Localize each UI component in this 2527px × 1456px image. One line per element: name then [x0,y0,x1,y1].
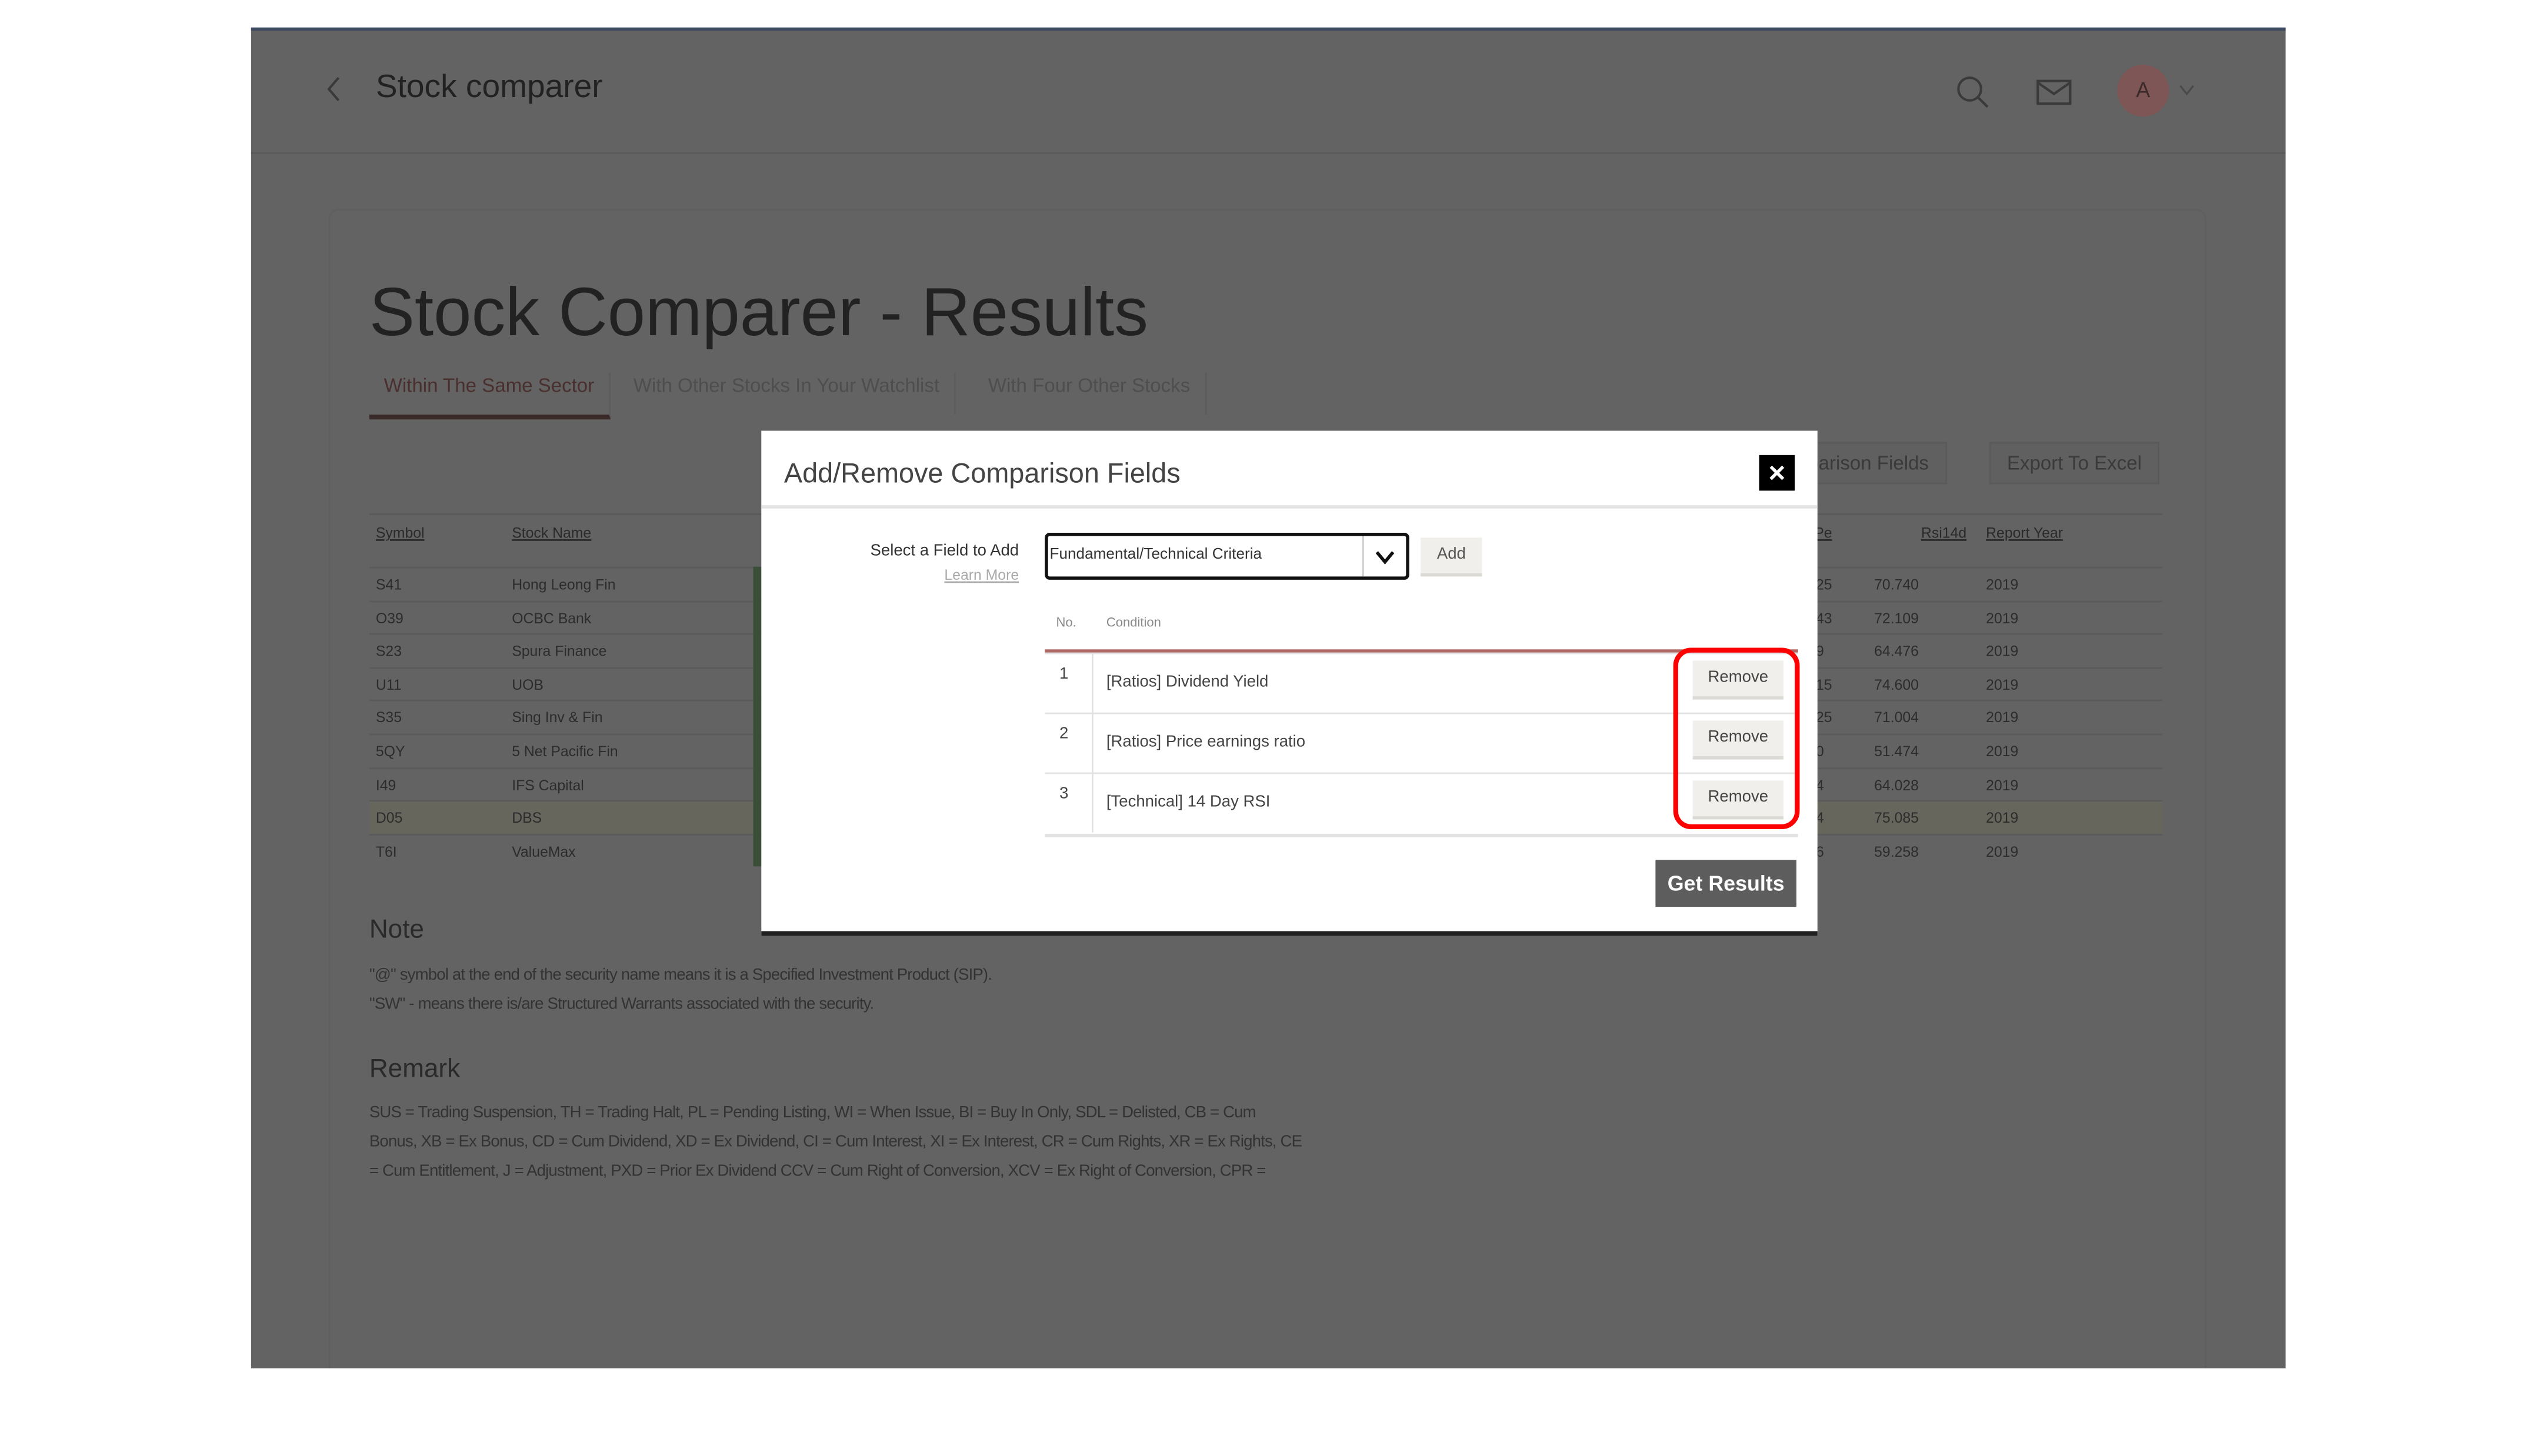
tab-within-same-sector[interactable]: Within The Same Sector [369,372,611,420]
note-line: "SW" - means there is/are Structured War… [369,996,874,1014]
get-results-button[interactable]: Get Results [1655,860,1796,907]
cell-year: 2019 [1986,643,2019,660]
remark-line: = Cum Entitlement, J = Adjustment, PXD =… [369,1163,1266,1181]
note-title: Note [369,916,424,944]
tab-four-other-stocks[interactable]: With Four Other Stocks [974,372,1206,415]
cell-name: ValueMax [512,843,576,860]
tab-watchlist[interactable]: With Other Stocks In Your Watchlist [619,372,956,415]
cell-year: 2019 [1986,710,2019,726]
cell-symbol: T6I [375,843,397,860]
cell-pe: 25 [1816,576,1832,593]
cell-pe: 25 [1816,710,1832,726]
col-no: No. [1056,615,1076,630]
export-to-excel-button[interactable]: Export To Excel [1989,442,2160,485]
indicator-bar [753,566,762,867]
highlight-annotation [1673,647,1800,829]
field-label: Select a Field to Add [870,542,1019,560]
learn-more-link[interactable]: Learn More [944,567,1019,583]
cell-symbol: 5QY [375,743,405,760]
chevron-down-icon [1375,551,1395,565]
close-icon[interactable]: × [1759,455,1795,491]
top-bar: Stock comparer A [251,31,2286,154]
cell-year: 2019 [1986,576,2019,593]
note-line: "@" symbol at the end of the security na… [369,967,992,985]
field-select-value: Fundamental/Technical Criteria [1049,546,1262,564]
cell-rsi: 51.474 [1874,743,1919,760]
cell-symbol: S23 [375,643,402,660]
cell-symbol: I49 [375,776,396,793]
dialog-title: Add/Remove Comparison Fields [784,458,1181,489]
cell-rsi: 70.740 [1874,576,1919,593]
cell-symbol: U11 [375,676,402,693]
cell-name: IFS Capital [512,776,584,793]
remark-line: Bonus, XB = Ex Bonus, CD = Cum Dividend,… [369,1133,1302,1151]
col-report-year[interactable]: Report Year [1986,525,2063,541]
cell-symbol: S35 [375,710,402,726]
comparison-fields-dialog: Add/Remove Comparison Fields × Select a … [761,430,1818,936]
cell-rsi: 74.600 [1874,676,1919,693]
col-condition: Condition [1106,615,1161,630]
add-button[interactable]: Add [1421,537,1482,577]
cell-year: 2019 [1986,610,2019,626]
cell-pe: 15 [1816,676,1832,693]
page-title: Stock Comparer - Results [369,273,1148,350]
cell-name: OCBC Bank [512,610,592,626]
chevron-down-icon[interactable] [2179,84,2195,97]
remark-title: Remark [369,1056,461,1084]
cell-year: 2019 [1986,843,2019,860]
field-select[interactable]: Fundamental/Technical Criteria [1045,533,1409,580]
condition-no: 2 [1059,725,1069,743]
cell-rsi: 71.004 [1874,710,1919,726]
col-stock-name[interactable]: Stock Name [512,525,591,541]
cell-symbol: D05 [375,810,403,826]
condition-label: [Technical] 14 Day RSI [1106,793,1271,812]
cell-name: 5 Net Pacific Fin [512,743,618,760]
app-title: Stock comparer [375,69,603,105]
condition-label: [Ratios] Price earnings ratio [1106,733,1306,752]
cell-year: 2019 [1986,810,2019,826]
condition-no: 3 [1059,785,1069,803]
cell-name: DBS [512,810,542,826]
cell-rsi: 59.258 [1874,843,1919,860]
cell-rsi: 72.109 [1874,610,1919,626]
col-rsi14d[interactable]: Rsi14d [1921,525,1966,541]
mail-icon[interactable] [2036,79,2072,105]
avatar[interactable]: A [2117,65,2169,117]
cell-symbol: S41 [375,576,402,593]
col-symbol[interactable]: Symbol [376,525,425,541]
cell-year: 2019 [1986,743,2019,760]
cell-year: 2019 [1986,776,2019,793]
cell-year: 2019 [1986,676,2019,693]
cell-name: Hong Leong Fin [512,576,616,593]
cell-name: UOB [512,676,544,693]
cell-rsi: 64.028 [1874,776,1919,793]
condition-no: 1 [1059,665,1069,684]
cell-name: Sing Inv & Fin [512,710,603,726]
condition-label: [Ratios] Dividend Yield [1106,673,1269,692]
cell-name: Spura Finance [512,643,607,660]
cell-rsi: 75.085 [1874,810,1919,826]
chevron-left-icon[interactable] [326,76,342,102]
cell-symbol: O39 [375,610,404,626]
search-icon[interactable] [1955,75,1991,111]
cell-pe: 43 [1816,610,1832,626]
remark-line: SUS = Trading Suspension, TH = Trading H… [369,1104,1256,1123]
cell-rsi: 64.476 [1874,643,1919,660]
